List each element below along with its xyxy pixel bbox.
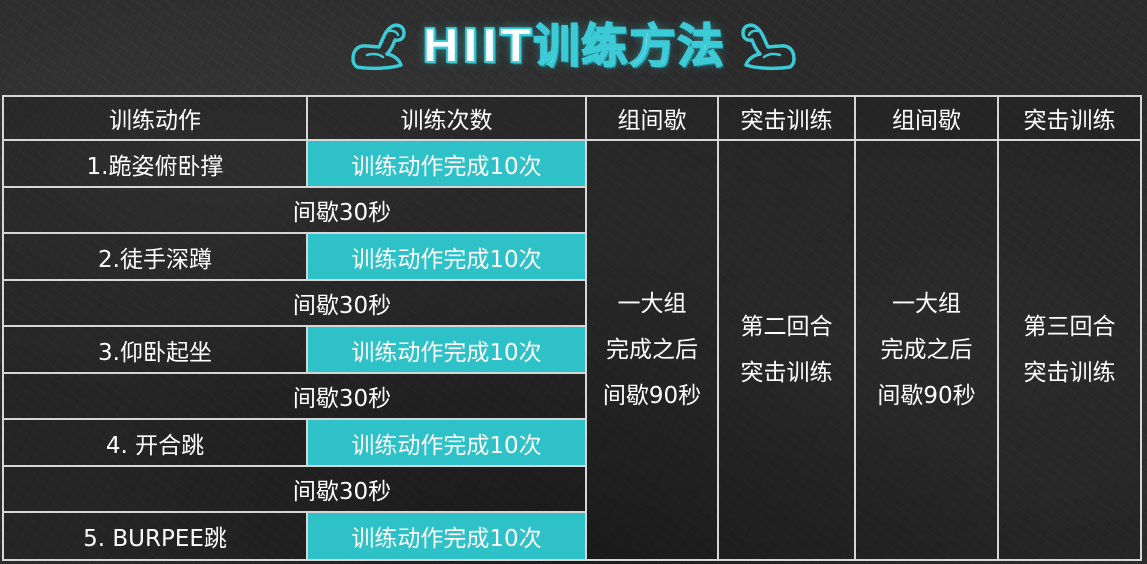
group-rest-line: 间歇90秒 <box>877 383 976 409</box>
exercise-reps: 训练动作完成10次 <box>306 511 587 561</box>
exercise-name: 3.仰卧起坐 <box>2 325 308 374</box>
header-round-2: 突击训练 <box>717 95 856 141</box>
group-rest-line: 一大组 <box>892 291 961 317</box>
exercise-reps: 训练动作完成10次 <box>306 325 587 374</box>
exercise-name: 2.徒手深蹲 <box>2 232 308 281</box>
exercise-reps: 训练动作完成10次 <box>306 232 587 281</box>
flexed-arm-icon <box>351 23 407 71</box>
exercise-reps: 训练动作完成10次 <box>306 139 587 188</box>
rest-row: 间歇30秒 <box>2 186 587 234</box>
header-round-3: 突击训练 <box>997 95 1142 141</box>
header-group-rest-2: 组间歇 <box>854 95 999 141</box>
rest-row: 间歇30秒 <box>2 465 587 513</box>
group-rest-line: 完成之后 <box>606 337 698 363</box>
header-group-rest-1: 组间歇 <box>585 95 719 141</box>
round-line: 第三回合 <box>1023 314 1116 340</box>
training-table: 训练动作 训练次数 组间歇 突击训练 组间歇 突击训练 1.跪姿俯卧撑 训练动作… <box>2 95 1142 561</box>
round-line: 第二回合 <box>740 314 833 340</box>
group-rest-cell-1: 一大组 完成之后 间歇90秒 <box>585 139 719 561</box>
exercise-name: 4. 开合跳 <box>2 418 308 467</box>
header-exercise: 训练动作 <box>2 95 308 141</box>
rest-row: 间歇30秒 <box>2 279 587 327</box>
round-2-cell: 第二回合 突击训练 <box>717 139 856 561</box>
group-rest-line: 间歇90秒 <box>602 383 702 409</box>
title-bar: HIIT训练方法 <box>0 0 1147 92</box>
flexed-arm-icon <box>740 23 796 71</box>
round-line: 突击训练 <box>1023 360 1116 386</box>
group-rest-line: 完成之后 <box>880 337 973 363</box>
exercise-name: 5. BURPEE跳 <box>2 511 308 561</box>
round-3-cell: 第三回合 突击训练 <box>997 139 1142 561</box>
exercise-name: 1.跪姿俯卧撑 <box>2 139 308 188</box>
round-line: 突击训练 <box>740 360 833 386</box>
title-wrap: HIIT训练方法 <box>349 19 797 73</box>
page-title: HIIT训练方法 <box>420 19 726 73</box>
header-reps: 训练次数 <box>306 95 587 141</box>
exercise-reps: 训练动作完成10次 <box>306 418 587 467</box>
rest-row: 间歇30秒 <box>2 372 587 420</box>
group-rest-cell-2: 一大组 完成之后 间歇90秒 <box>854 139 999 561</box>
group-rest-line: 一大组 <box>617 291 687 317</box>
